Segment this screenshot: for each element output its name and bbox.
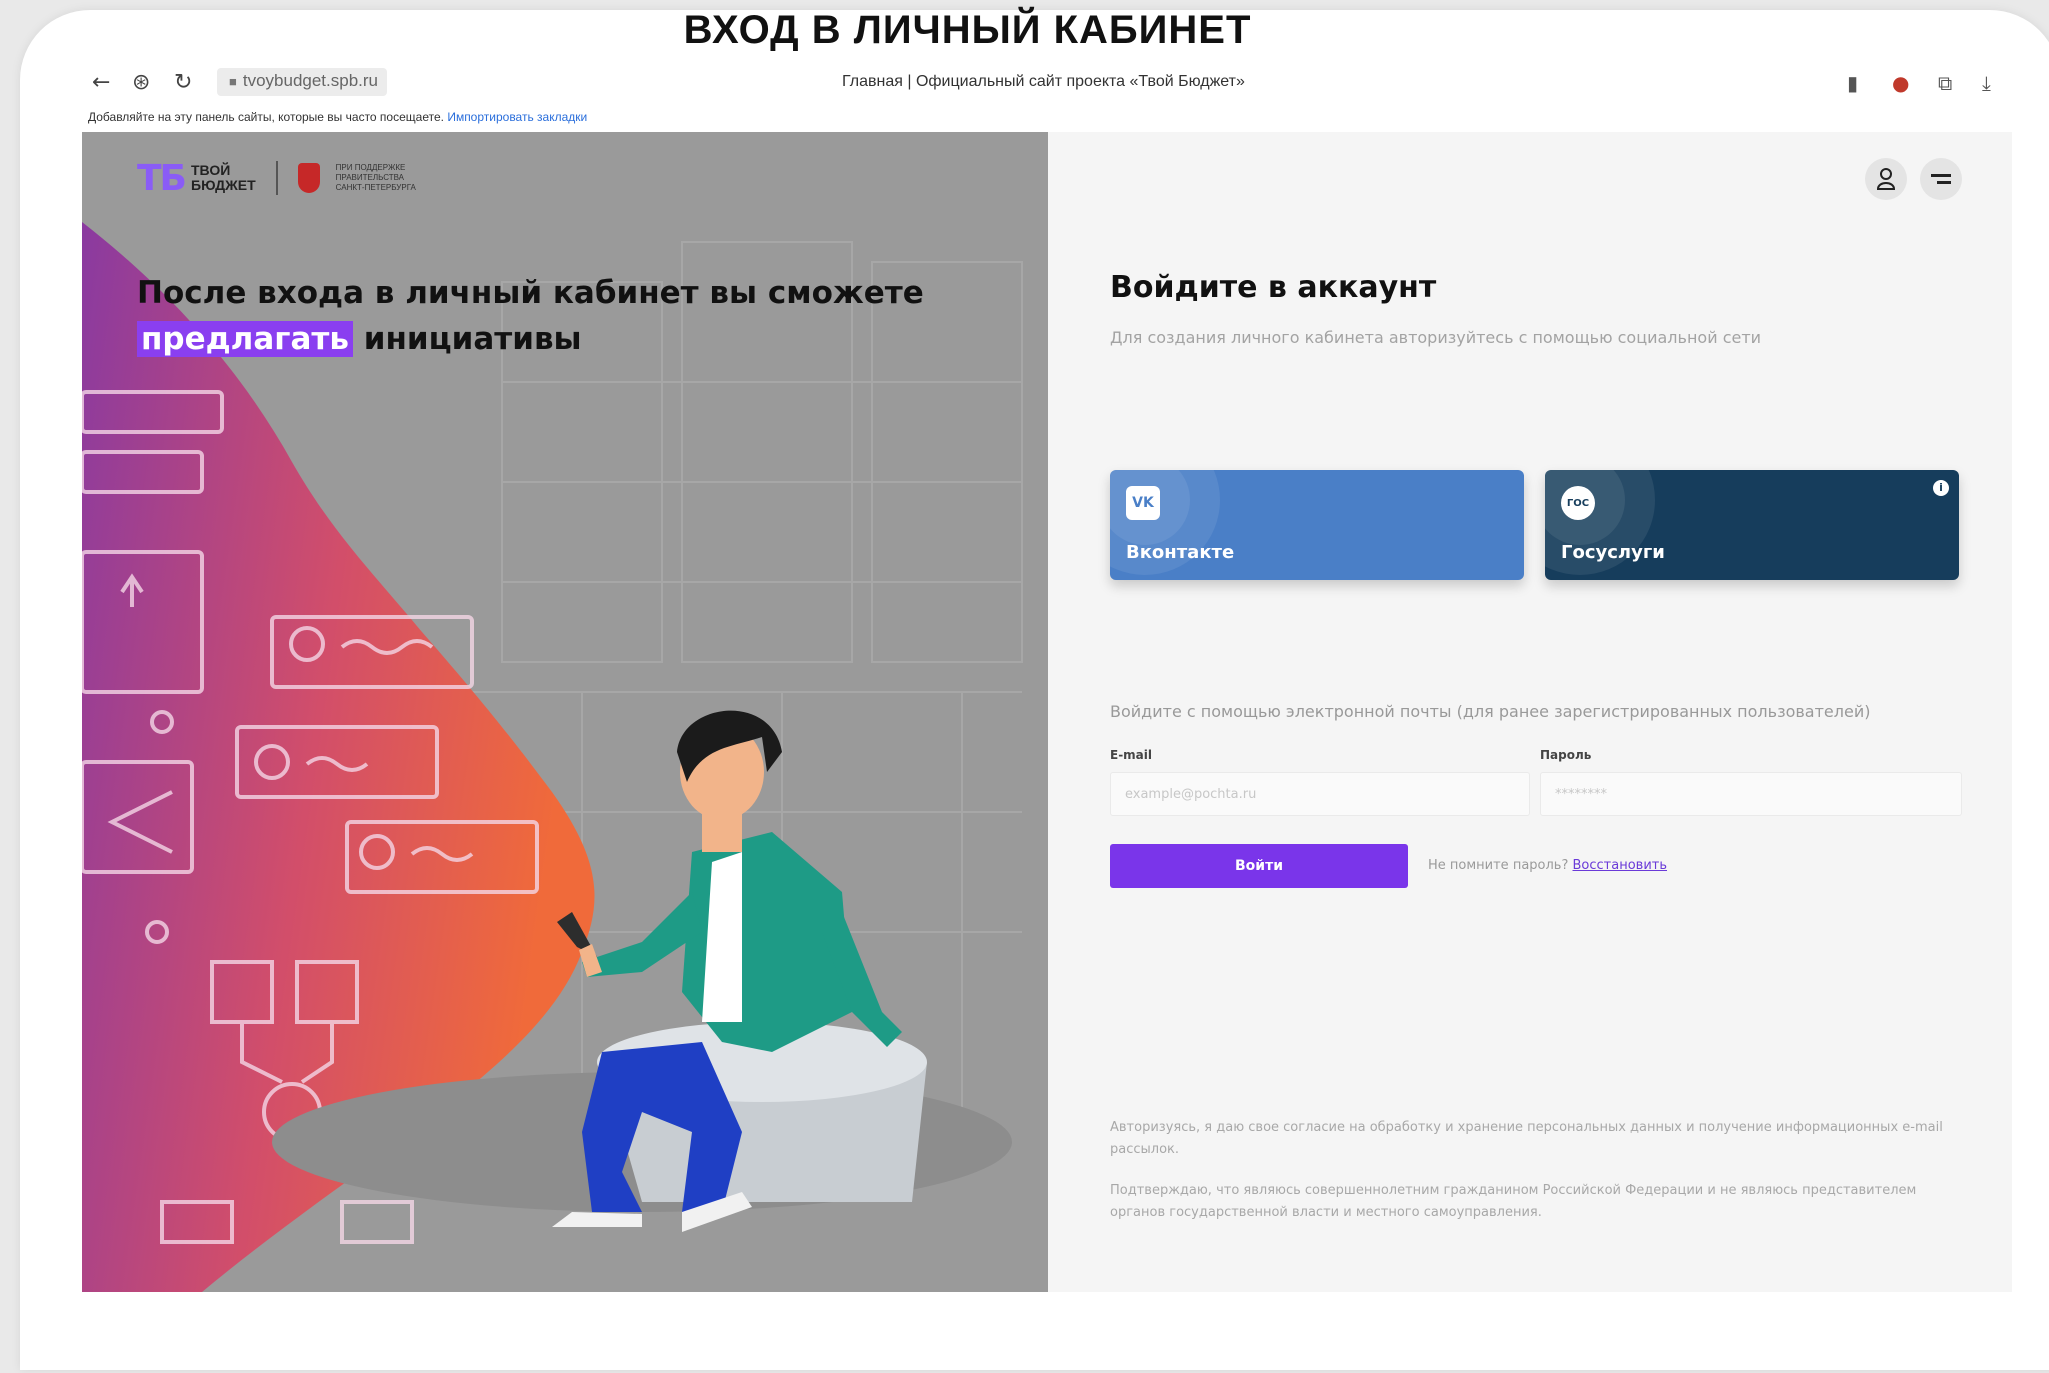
site-logo[interactable]: ТБ ТВОЙ БЮДЖЕТ ПРИ ПОДДЕРЖКЕ ПРАВИТЕЛЬСТВА…	[137, 157, 416, 199]
citizenship-text: Подтверждаю, что являюсь совершеннолетни…	[1110, 1183, 1917, 1220]
extension-icon[interactable]: ●	[1892, 71, 1909, 95]
email-label: E-mail	[1110, 748, 1153, 762]
hero-headline: После входа в личный кабинет вы сможете …	[137, 270, 957, 362]
gosuslugi-icon: ГОС	[1561, 486, 1595, 520]
url-text: tvoybudget.spb.ru	[242, 71, 379, 90]
lock-icon: ■	[229, 74, 237, 89]
back-icon[interactable]: ←	[92, 70, 110, 95]
login-panel: Войдите в аккаунт Для создания личного к…	[1048, 132, 2012, 1292]
consent-text: Авторизуясь, я даю свое согласие на обра…	[1110, 1120, 1943, 1157]
logo-divider	[275, 161, 278, 195]
gov-support-text: ПРИ ПОДДЕРЖКЕ ПРАВИТЕЛЬСТВА САНКТ-ПЕТЕРБУР…	[335, 163, 416, 192]
collections-icon[interactable]: ⧉	[1938, 71, 1952, 95]
shield-icon[interactable]: ⊛	[132, 70, 150, 95]
logo-mark: ТБ	[137, 157, 187, 199]
gosuslugi-login-button[interactable]: ГОС Госуслуги i	[1545, 470, 1959, 580]
forgot-text: Не помните пароль?	[1428, 858, 1573, 873]
login-title: Войдите в аккаунт	[1110, 270, 1437, 305]
tab-title: Главная | Официальный сайт проекта «Твой…	[842, 73, 1245, 90]
bookmarks-bar: Добавляйте на эту панель сайты, которые …	[88, 110, 587, 124]
menu-icon[interactable]	[1920, 158, 1962, 200]
login-submit-button[interactable]: Войти	[1110, 844, 1408, 888]
hero-line1: После входа в личный кабинет вы сможете	[137, 275, 924, 311]
hero-highlight: предлагать	[137, 321, 353, 357]
password-label: Пароль	[1540, 748, 1592, 762]
logo-name: ТВОЙ БЮДЖЕТ	[191, 162, 256, 193]
reload-icon[interactable]: ↻	[174, 70, 192, 95]
vk-login-button[interactable]: VK Вконтакте	[1110, 470, 1524, 580]
vk-icon: VK	[1126, 486, 1160, 520]
browser-toolbar: ← ⊛ ↻ ■ tvoybudget.spb.ru Главная | Офици…	[82, 64, 2017, 104]
restore-password-link[interactable]: Восстановить	[1573, 858, 1668, 873]
login-subtitle: Для создания личного кабинета авторизуйт…	[1110, 328, 1762, 347]
vk-label: Вконтакте	[1126, 542, 1235, 563]
slide-title: ВХОД В ЛИЧНЫЙ КАБИНЕТ	[683, 8, 1252, 52]
email-field[interactable]	[1110, 772, 1530, 816]
import-bookmarks-link[interactable]: Импортировать закладки	[447, 110, 587, 124]
forgot-password: Не помните пароль? Восстановить	[1428, 858, 1667, 873]
hero-rest: инициативы	[352, 321, 582, 357]
gosuslugi-label: Госуслуги	[1561, 542, 1665, 563]
bookmark-icon[interactable]: ▮	[1847, 71, 1858, 95]
user-icon[interactable]	[1865, 158, 1907, 200]
info-icon[interactable]: i	[1933, 480, 1949, 496]
bookmarks-text: Добавляйте на эту панель сайты, которые …	[88, 110, 444, 124]
hero-panel: ТБ ТВОЙ БЮДЖЕТ ПРИ ПОДДЕРЖКЕ ПРАВИТЕЛЬСТВА…	[82, 132, 1048, 1292]
email-login-note: Войдите с помощью электронной почты (для…	[1110, 702, 1871, 721]
download-icon[interactable]: ⤓	[1982, 71, 1991, 95]
address-bar[interactable]: ■ tvoybudget.spb.ru	[217, 68, 387, 96]
password-field[interactable]	[1540, 772, 1962, 816]
coat-of-arms-icon	[297, 163, 320, 193]
web-page: ТБ ТВОЙ БЮДЖЕТ ПРИ ПОДДЕРЖКЕ ПРАВИТЕЛЬСТВА…	[82, 132, 2012, 1292]
